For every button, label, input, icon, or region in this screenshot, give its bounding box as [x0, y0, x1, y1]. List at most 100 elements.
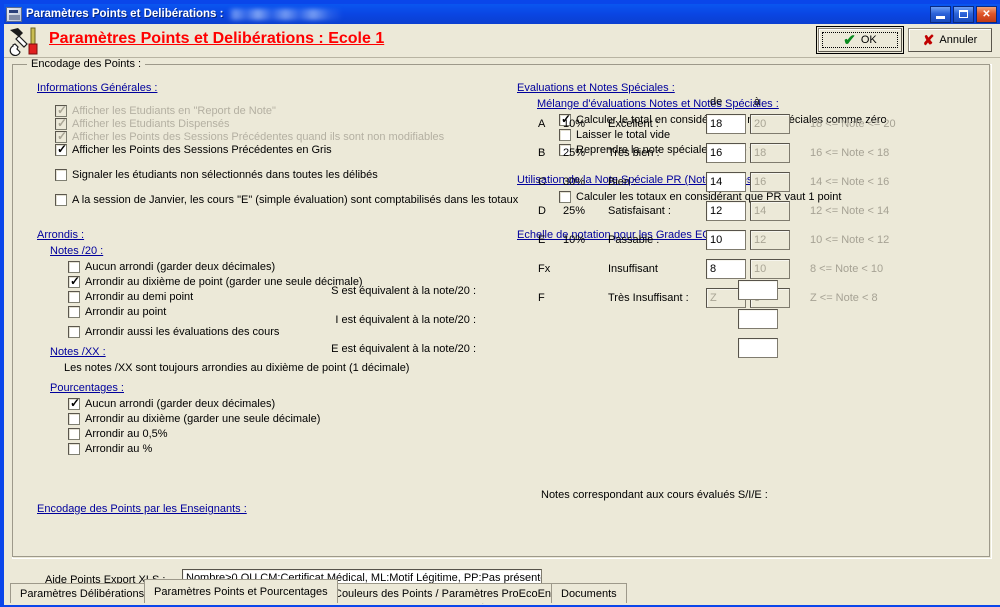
tab-couleurs-points-proecoens[interactable]: Couleurs des Points / Paramètres ProEcoE… [324, 583, 567, 603]
checkbox-row-afficher-sessions-en-gris[interactable]: ✓ Afficher les Points des Sessions Précé… [55, 142, 332, 156]
section-arrondis[interactable]: Arrondis : [37, 229, 84, 241]
checkbox-row-n20-au-point[interactable]: Arrondir au point [68, 306, 166, 318]
ects-rule: 10 <= Note < 12 [810, 234, 890, 246]
ects-grade: B [538, 147, 546, 159]
ects-from-input[interactable]: 16 [706, 143, 746, 163]
checkbox-row-afficher-report-note[interactable]: ✓ Afficher les Etudiants en "Report de N… [55, 103, 276, 117]
ects-grade: A [538, 118, 546, 130]
title-bar: Paramètres Points et Delibérations : ✕ [4, 4, 1000, 24]
checkbox-n20-dixieme-point[interactable]: ✓ [68, 275, 80, 288]
tab-parametres-points-et-pourcentages[interactable]: Paramètres Points et Pourcentages [144, 579, 338, 603]
checkbox-n20-arrondir-evaluations[interactable] [68, 326, 80, 338]
ects-label: Très Insuffisant : [608, 292, 689, 304]
checkbox-n20-aucun-arrondi[interactable] [68, 261, 80, 273]
close-icon[interactable]: ✕ [976, 6, 997, 23]
checkbox-pct-au-pourcent[interactable] [68, 443, 80, 455]
checkbox-pr-vaut-1-point[interactable] [559, 191, 571, 203]
section-encodage-enseignants[interactable]: Encodage des Points par les Enseignants … [37, 503, 247, 515]
ects-label: Excellent : [608, 118, 659, 130]
checkbox-n20-demi-point[interactable] [68, 291, 80, 303]
ok-button[interactable]: ✔ OK [816, 26, 904, 54]
ects-grade: Fx [538, 263, 551, 275]
checkbox-label: Aucun arrondi (garder deux décimales) [85, 398, 276, 410]
checkbox-n20-au-point[interactable] [68, 306, 80, 318]
section-melange-evaluations[interactable]: Mélange d'évaluations Notes et Notes Spé… [537, 98, 779, 110]
checkbox-pct-dixieme[interactable] [68, 413, 80, 425]
checkbox-row-pct-demi-pourcent[interactable]: Arrondir au 0,5% [68, 428, 168, 440]
sie-input-s[interactable] [738, 280, 778, 300]
ects-label: Très bien : [608, 147, 660, 159]
checkbox-row-laisser-total-vide[interactable]: Laisser le total vide [559, 129, 670, 141]
tab-parametres-deliberations[interactable]: Paramètres Délibérations [10, 583, 155, 603]
tab-label: Documents [561, 587, 617, 600]
ects-from-input[interactable]: 14 [706, 172, 746, 192]
ects-grade: C [538, 176, 546, 188]
checkbox-row-afficher-dispenses[interactable]: ✓ Afficher les Etudiants Dispensés [55, 116, 230, 130]
checkbox-label: Arrondir au point [85, 306, 167, 318]
checkbox-row-n20-arrondir-evaluations[interactable]: Arrondir aussi les évaluations des cours [68, 326, 279, 338]
checkbox-row-signaler-non-selectionnes[interactable]: Signaler les étudiants non sélectionnés … [55, 169, 378, 181]
ects-to-input: 12 [750, 230, 790, 250]
checkbox-row-pct-au-pourcent[interactable]: Arrondir au % [68, 443, 152, 455]
tab-label: Paramètres Délibérations [20, 587, 145, 600]
tab-strip: Paramètres Délibérations Paramètres Poin… [4, 577, 1000, 603]
section-pourcentages[interactable]: Pourcentages : [50, 382, 124, 394]
checkbox-row-pct-aucun-arrondi[interactable]: ✓ Aucun arrondi (garder deux décimales) [68, 396, 276, 410]
maximize-icon[interactable] [953, 6, 974, 23]
page-title: Paramètres Points et Delibérations : Eco… [49, 30, 385, 47]
ects-percent: 25% [563, 205, 586, 217]
check-glyph: ✓ [57, 142, 68, 156]
ects-label: Bien : [608, 176, 637, 188]
checkbox-row-pct-dixieme[interactable]: Arrondir au dixième (garder une seule dé… [68, 413, 320, 425]
checkbox-row-n20-aucun-arrondi[interactable]: Aucun arrondi (garder deux décimales) [68, 261, 275, 273]
ects-grade: D [538, 205, 546, 217]
section-notes-xx[interactable]: Notes /XX : [50, 346, 106, 358]
check-glyph: ✓ [57, 103, 68, 117]
checkbox-pct-aucun-arrondi[interactable]: ✓ [68, 396, 81, 410]
checkbox-row-n20-dixieme-point[interactable]: ✓ Arrondir au dixième de point (garder u… [68, 275, 363, 288]
section-notes-20[interactable]: Notes /20 : [50, 245, 103, 257]
dialog-window: Paramètres Points et Delibérations : ✕ P… [0, 0, 1000, 607]
ects-rule: 18 <= Note <= 20 [810, 118, 896, 130]
checkbox-label: Arrondir au % [85, 443, 153, 455]
ects-label: Satisfaisant : [608, 205, 671, 217]
checkbox-row-n20-demi-point[interactable]: Arrondir au demi point [68, 291, 193, 303]
checkbox-label: Arrondir au dixième de point (garder une… [85, 276, 363, 288]
checkbox-pct-demi-pourcent[interactable] [68, 428, 80, 440]
minimize-icon[interactable] [930, 6, 951, 23]
ects-from-input[interactable]: 10 [706, 230, 746, 250]
ects-percent: 30% [563, 176, 586, 188]
cancel-button-label: Annuler [939, 34, 978, 46]
checkbox-row-session-janvier-cours-e[interactable]: A la session de Janvier, les cours "E" (… [55, 194, 518, 206]
ects-from-input[interactable]: 12 [706, 201, 746, 221]
checkbox-label: Arrondir au 0,5% [85, 428, 168, 440]
checkbox-label: Arrondir au demi point [85, 291, 194, 303]
ects-label: Passable : [608, 234, 660, 246]
ects-percent: 10% [563, 118, 586, 130]
checkbox-signaler-non-selectionnes[interactable] [55, 169, 67, 181]
ects-to-input: 16 [750, 172, 790, 192]
check-glyph: ✓ [70, 396, 81, 410]
sie-input-i[interactable] [738, 309, 778, 329]
section-informations-generales[interactable]: Informations Générales : [37, 82, 157, 94]
checkbox-afficher-sessions-en-gris[interactable]: ✓ [55, 142, 68, 156]
section-evaluations-notes-speciales[interactable]: Evaluations et Notes Spéciales : [517, 82, 675, 94]
check-glyph: ✓ [57, 116, 68, 130]
ects-rule: 12 <= Note < 14 [810, 205, 890, 217]
checkbox-label: Afficher les Points des Sessions Précéde… [72, 144, 332, 156]
checkbox-laisser-total-vide[interactable] [559, 129, 571, 141]
ects-from-input[interactable]: 18 [706, 114, 746, 134]
checkbox-label: Arrondir au dixième (garder une seule dé… [85, 413, 321, 425]
ects-percent: 10% [563, 234, 586, 246]
ects-to-input: 14 [750, 201, 790, 221]
ects-rule: 8 <= Note < 10 [810, 263, 884, 275]
tab-documents[interactable]: Documents [551, 583, 627, 603]
checkbox-row-afficher-sessions-non-modifiables[interactable]: ✓ Afficher les Points des Sessions Précé… [55, 130, 445, 143]
checkbox-label: Afficher les Points des Sessions Précéde… [72, 131, 445, 143]
sie-input-e[interactable] [738, 338, 778, 358]
tab-label: Couleurs des Points / Paramètres ProEcoE… [334, 587, 557, 600]
cancel-button[interactable]: ✘ Annuler [908, 28, 992, 52]
ects-from-input[interactable]: 8 [706, 259, 746, 279]
checkbox-session-janvier-cours-e[interactable] [55, 194, 67, 206]
checkbox-row-pr-vaut-1-point[interactable]: Calculer les totaux en considérant que P… [559, 191, 841, 203]
